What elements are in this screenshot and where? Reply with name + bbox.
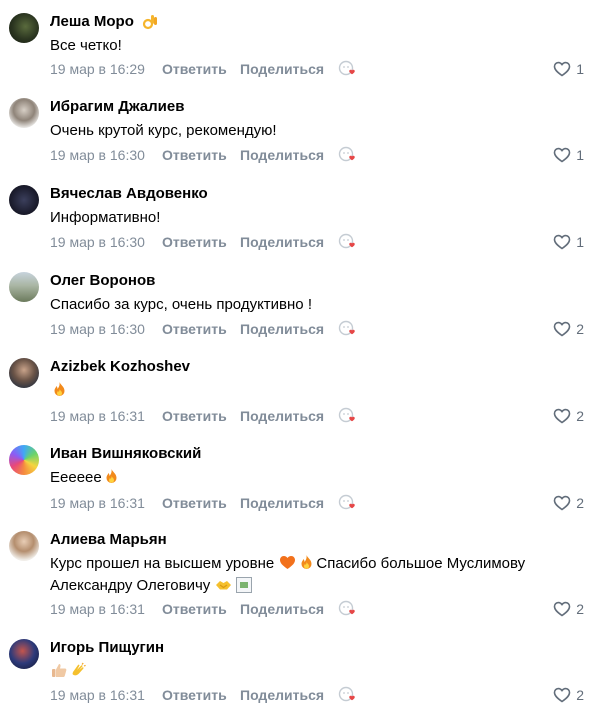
comment-date[interactable]: 19 мар в 16:31 [50, 600, 145, 618]
share-button[interactable]: Поделиться [240, 407, 324, 425]
comment-author[interactable]: Иван Вишняковский [50, 445, 201, 463]
comment-author[interactable]: Олег Воронов [50, 272, 155, 290]
like-button[interactable]: 1 [553, 146, 584, 164]
fire-emoji-icon [51, 381, 68, 398]
reaction-icon[interactable] [338, 60, 358, 78]
avatar[interactable] [9, 445, 39, 475]
like-button[interactable]: 1 [553, 60, 584, 78]
comment-author[interactable]: Алиева Марьян [50, 531, 167, 549]
heart-icon [553, 687, 571, 703]
like-button[interactable]: 2 [553, 600, 584, 618]
like-count: 2 [576, 495, 584, 511]
avatar[interactable] [9, 98, 39, 128]
like-button[interactable]: 2 [553, 407, 584, 425]
reply-button[interactable]: Ответить [162, 146, 227, 164]
reply-button[interactable]: Ответить [162, 60, 227, 78]
like-count: 1 [576, 147, 584, 163]
like-button[interactable]: 2 [553, 686, 584, 704]
comment-date[interactable]: 19 мар в 16:31 [50, 494, 145, 512]
reaction-icon[interactable] [338, 320, 358, 338]
clapping-hands-emoji-icon [70, 662, 87, 679]
comment-text [50, 661, 590, 683]
comment-text-content: Ееееее [50, 469, 102, 486]
comment-author[interactable]: Azizbek Kozhoshev [50, 358, 190, 376]
avatar[interactable] [9, 185, 39, 215]
comment-author[interactable]: Леша Моро [50, 13, 134, 31]
share-button[interactable]: Поделиться [240, 320, 324, 338]
like-button[interactable]: 2 [553, 494, 584, 512]
reply-button[interactable]: Ответить [162, 600, 227, 618]
comment-date[interactable]: 19 мар в 16:30 [50, 233, 145, 251]
share-button[interactable]: Поделиться [240, 600, 324, 618]
broken-image-icon [236, 577, 253, 593]
reply-button[interactable]: Ответить [162, 494, 227, 512]
like-button[interactable]: 1 [553, 233, 584, 251]
comment-text: Спасибо за курс, очень продуктивно ! [50, 296, 312, 313]
avatar[interactable] [9, 531, 39, 561]
reaction-icon[interactable] [338, 494, 358, 512]
share-button[interactable]: Поделиться [240, 146, 324, 164]
heart-icon [553, 61, 571, 77]
comment-text-part: Спасибо большое Муслимову [316, 555, 526, 572]
like-count: 2 [576, 408, 584, 424]
like-count: 2 [576, 687, 584, 703]
like-count: 1 [576, 234, 584, 250]
reply-button[interactable]: Ответить [162, 320, 227, 338]
share-button[interactable]: Поделиться [240, 686, 324, 704]
reaction-icon[interactable] [338, 686, 358, 704]
fire-emoji-icon [103, 468, 120, 485]
comment-text: Информативно! [50, 209, 161, 226]
comment-date[interactable]: 19 мар в 16:31 [50, 407, 145, 425]
comment-date[interactable]: 19 мар в 16:29 [50, 60, 145, 78]
share-button[interactable]: Поделиться [240, 494, 324, 512]
avatar[interactable] [9, 13, 39, 43]
like-count: 2 [576, 321, 584, 337]
heart-icon [553, 321, 571, 337]
comment-text: Курс прошел на высшем уровне Спасибо бол… [50, 553, 590, 597]
reaction-icon[interactable] [338, 407, 358, 425]
comment-author[interactable]: Вячеслав Авдовенко [50, 185, 208, 203]
avatar[interactable] [9, 272, 39, 302]
comment-date[interactable]: 19 мар в 16:30 [50, 146, 145, 164]
heart-icon [553, 408, 571, 424]
comment-text: Все четко! [50, 37, 122, 54]
heart-icon [553, 234, 571, 250]
avatar[interactable] [9, 639, 39, 669]
comment-text-part: Александру Олеговичу [50, 577, 215, 594]
reaction-icon[interactable] [338, 233, 358, 251]
heart-icon [553, 147, 571, 163]
reply-button[interactable]: Ответить [162, 233, 227, 251]
ok-hand-emoji-icon [142, 13, 159, 35]
comment-text: Ееееее [50, 467, 590, 489]
fire-emoji-icon [298, 554, 315, 571]
orange-heart-emoji-icon [279, 554, 296, 571]
thumbs-up-emoji-icon [51, 662, 68, 679]
reply-button[interactable]: Ответить [162, 686, 227, 704]
comment-date[interactable]: 19 мар в 16:31 [50, 686, 145, 704]
heart-icon [553, 601, 571, 617]
handshake-emoji-icon [215, 576, 232, 593]
share-button[interactable]: Поделиться [240, 233, 324, 251]
heart-icon [553, 495, 571, 511]
comment-text-part: Курс прошел на высшем уровне [50, 555, 279, 572]
reaction-icon[interactable] [338, 600, 358, 618]
comment-text: Очень крутой курс, рекомендую! [50, 122, 277, 139]
reaction-icon[interactable] [338, 146, 358, 164]
comment-text [50, 380, 590, 402]
reply-button[interactable]: Ответить [162, 407, 227, 425]
comment-author[interactable]: Ибрагим Джалиев [50, 98, 184, 116]
like-count: 1 [576, 61, 584, 77]
comment-author[interactable]: Игорь Пищугин [50, 639, 164, 657]
like-button[interactable]: 2 [553, 320, 584, 338]
comment-date[interactable]: 19 мар в 16:30 [50, 320, 145, 338]
like-count: 2 [576, 601, 584, 617]
share-button[interactable]: Поделиться [240, 60, 324, 78]
avatar[interactable] [9, 358, 39, 388]
